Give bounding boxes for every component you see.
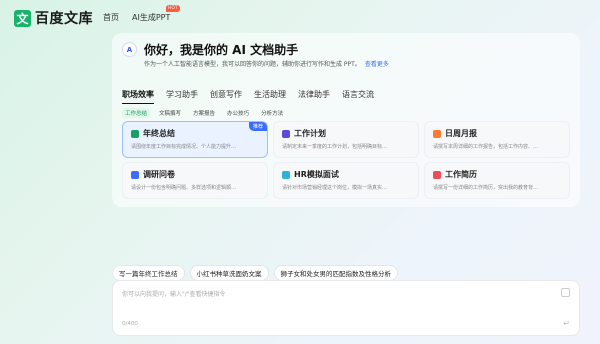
send-icon[interactable]: ↵: [563, 319, 570, 328]
hot-badge: HOT: [166, 5, 180, 12]
subtab-office-tips[interactable]: 办公技巧: [224, 108, 252, 118]
subtab-analysis-methods[interactable]: 分析方法: [258, 108, 286, 118]
tile-title: 调研问卷: [143, 170, 175, 179]
tab-study-assistant[interactable]: 学习助手: [166, 89, 198, 104]
tile-daily-report[interactable]: 日周月报 请撰写本周详细的工作报告，包括工作内容、…: [424, 121, 570, 158]
quick-prompt-chips: 写一篇年终工作总结 小红书种草洗面奶文案 狮子女和处女男的匹配指数及性格分析: [112, 265, 403, 281]
logo-text: 百度文库: [35, 11, 93, 27]
assistant-subtitle: 作为一个人工智能语言模型，我可以回答你的问题，辅助你进行写作和生成 PPT。 查看…: [144, 59, 389, 68]
tile-year-end-summary[interactable]: 年终总结 请围绕年度工作目标完成情况、个人能力提升… 推荐: [122, 121, 268, 158]
tile-desc: 请制定未来一季度的工作计划，包括明确目标…: [282, 144, 388, 150]
template-tiles: 年终总结 请围绕年度工作目标完成情况、个人能力提升… 推荐 工作计划 请制定未来…: [122, 121, 570, 201]
subcategory-tabs: 工作总结 文稿撰写 方案报告 办公技巧 分析方法: [122, 108, 292, 118]
plan-icon: [282, 130, 290, 138]
resume-icon: [433, 171, 441, 179]
category-tabs: 职场效率 学习助手 创意写作 生活助理 法律助手 语言交流: [122, 89, 386, 104]
recommended-badge: 推荐: [248, 122, 267, 131]
tile-title: HR模拟面试: [294, 170, 339, 179]
tab-language-exchange[interactable]: 语言交流: [342, 89, 374, 104]
tile-desc: 请针对市场营销经理这个岗位，模拟一场真实…: [282, 185, 388, 191]
tab-legal-assistant[interactable]: 法律助手: [298, 89, 330, 104]
tile-survey[interactable]: 调研问卷 请设计一份包含明确问题、多样选项和逻辑顺…: [122, 162, 268, 199]
tile-title: 日周月报: [445, 129, 477, 138]
top-bar: 文 百度文库 首页 AI生成PPT HOT: [0, 0, 600, 32]
char-counter: 0/400: [122, 321, 138, 327]
tile-resume[interactable]: 工作简历 请撰写一份详细的工作简历，突出我的教育背…: [424, 162, 570, 199]
nav-home[interactable]: 首页: [103, 12, 119, 23]
logo[interactable]: 文 百度文库: [14, 8, 93, 28]
interview-icon: [282, 171, 290, 179]
quick-prompt-chip[interactable]: 狮子女和处女男的匹配指数及性格分析: [273, 265, 398, 281]
survey-icon: [131, 171, 139, 179]
report-icon: [433, 130, 441, 138]
tile-desc: 请设计一份包含明确问题、多样选项和逻辑顺…: [131, 185, 237, 191]
assistant-card: A 你好，我是你的 AI 文档助手 作为一个人工智能语言模型，我可以回答你的问题…: [112, 33, 580, 207]
tile-title: 工作简历: [445, 170, 477, 179]
tile-title: 工作计划: [294, 129, 326, 138]
prompt-input-box[interactable]: 你可以向我提问，输入"/"查看快捷指令 0/400 ↵: [112, 280, 580, 336]
greeting-title: 你好，我是你的 AI 文档助手: [144, 43, 299, 57]
tab-work-efficiency[interactable]: 职场效率: [122, 89, 154, 104]
subtab-document-writing[interactable]: 文稿撰写: [156, 108, 184, 118]
prompt-input-placeholder[interactable]: 你可以向我提问，输入"/"查看快捷指令: [122, 289, 226, 298]
logo-mark-icon: 文: [14, 9, 31, 27]
tile-desc: 请撰写本周详细的工作报告，包括工作内容、…: [433, 144, 539, 150]
see-more-link[interactable]: 查看更多: [365, 61, 389, 68]
tile-desc: 请撰写一份详细的工作简历，突出我的教育背…: [433, 185, 539, 191]
assistant-avatar-icon: A: [122, 42, 137, 57]
tile-work-plan[interactable]: 工作计划 请制定未来一季度的工作计划，包括明确目标…: [273, 121, 419, 158]
subtitle-text: 作为一个人工智能语言模型，我可以回答你的问题，辅助你进行写作和生成 PPT。: [144, 61, 361, 68]
tile-title: 年终总结: [143, 129, 175, 138]
tab-creative-writing[interactable]: 创意写作: [210, 89, 242, 104]
nav-ai-ppt[interactable]: AI生成PPT: [132, 12, 170, 23]
quick-prompt-chip[interactable]: 小红书种草洗面奶文案: [189, 265, 269, 281]
tab-life-assistant[interactable]: 生活助理: [254, 89, 286, 104]
quick-prompt-chip[interactable]: 写一篇年终工作总结: [112, 265, 185, 281]
subtab-work-summary[interactable]: 工作总结: [122, 108, 151, 118]
tile-hr-interview[interactable]: HR模拟面试 请针对市场营销经理这个岗位，模拟一场真实…: [273, 162, 419, 199]
document-icon: [131, 130, 139, 138]
subtab-plan-report[interactable]: 方案报告: [190, 108, 218, 118]
tile-desc: 请围绕年度工作目标完成情况、个人能力提升…: [131, 144, 237, 150]
upload-icon[interactable]: [561, 288, 570, 297]
